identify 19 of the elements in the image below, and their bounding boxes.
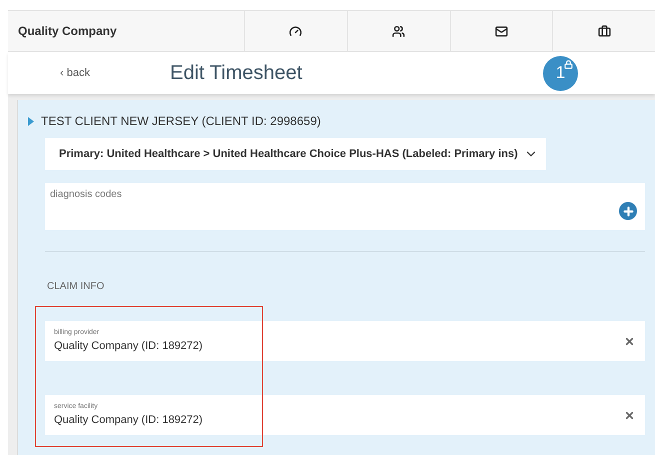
clear-icon[interactable] [624, 410, 635, 420]
caret-right-icon[interactable] [28, 116, 34, 126]
plus-icon [622, 204, 634, 218]
clear-icon[interactable] [624, 336, 635, 346]
users-icon [392, 24, 406, 38]
client-title: TEST CLIENT NEW JERSEY (CLIENT ID: 2998659) [41, 113, 321, 130]
briefcase-icon [598, 24, 611, 38]
add-button[interactable] [619, 202, 637, 220]
section-heading: CLAIM INFO [47, 280, 106, 294]
back-link[interactable]: ‹ back [60, 64, 120, 82]
insurance-select[interactable]: Primary: United Healthcare > United Healthcare Choice Plus-HAS (Labeled: Primary ins) [45, 138, 546, 170]
gauge-icon [289, 24, 302, 38]
count-badge[interactable]: 1 [543, 56, 578, 90]
field-value: Quality Company (ID: 189272) [54, 413, 204, 428]
company-name: Quality Company [17, 23, 118, 40]
page-title: Edit Timesheet [170, 61, 302, 86]
field-value: Quality Company (ID: 189272) [54, 339, 204, 354]
mail-icon [494, 24, 508, 38]
diagnosis-field[interactable]: diagnosis codes [45, 183, 645, 230]
